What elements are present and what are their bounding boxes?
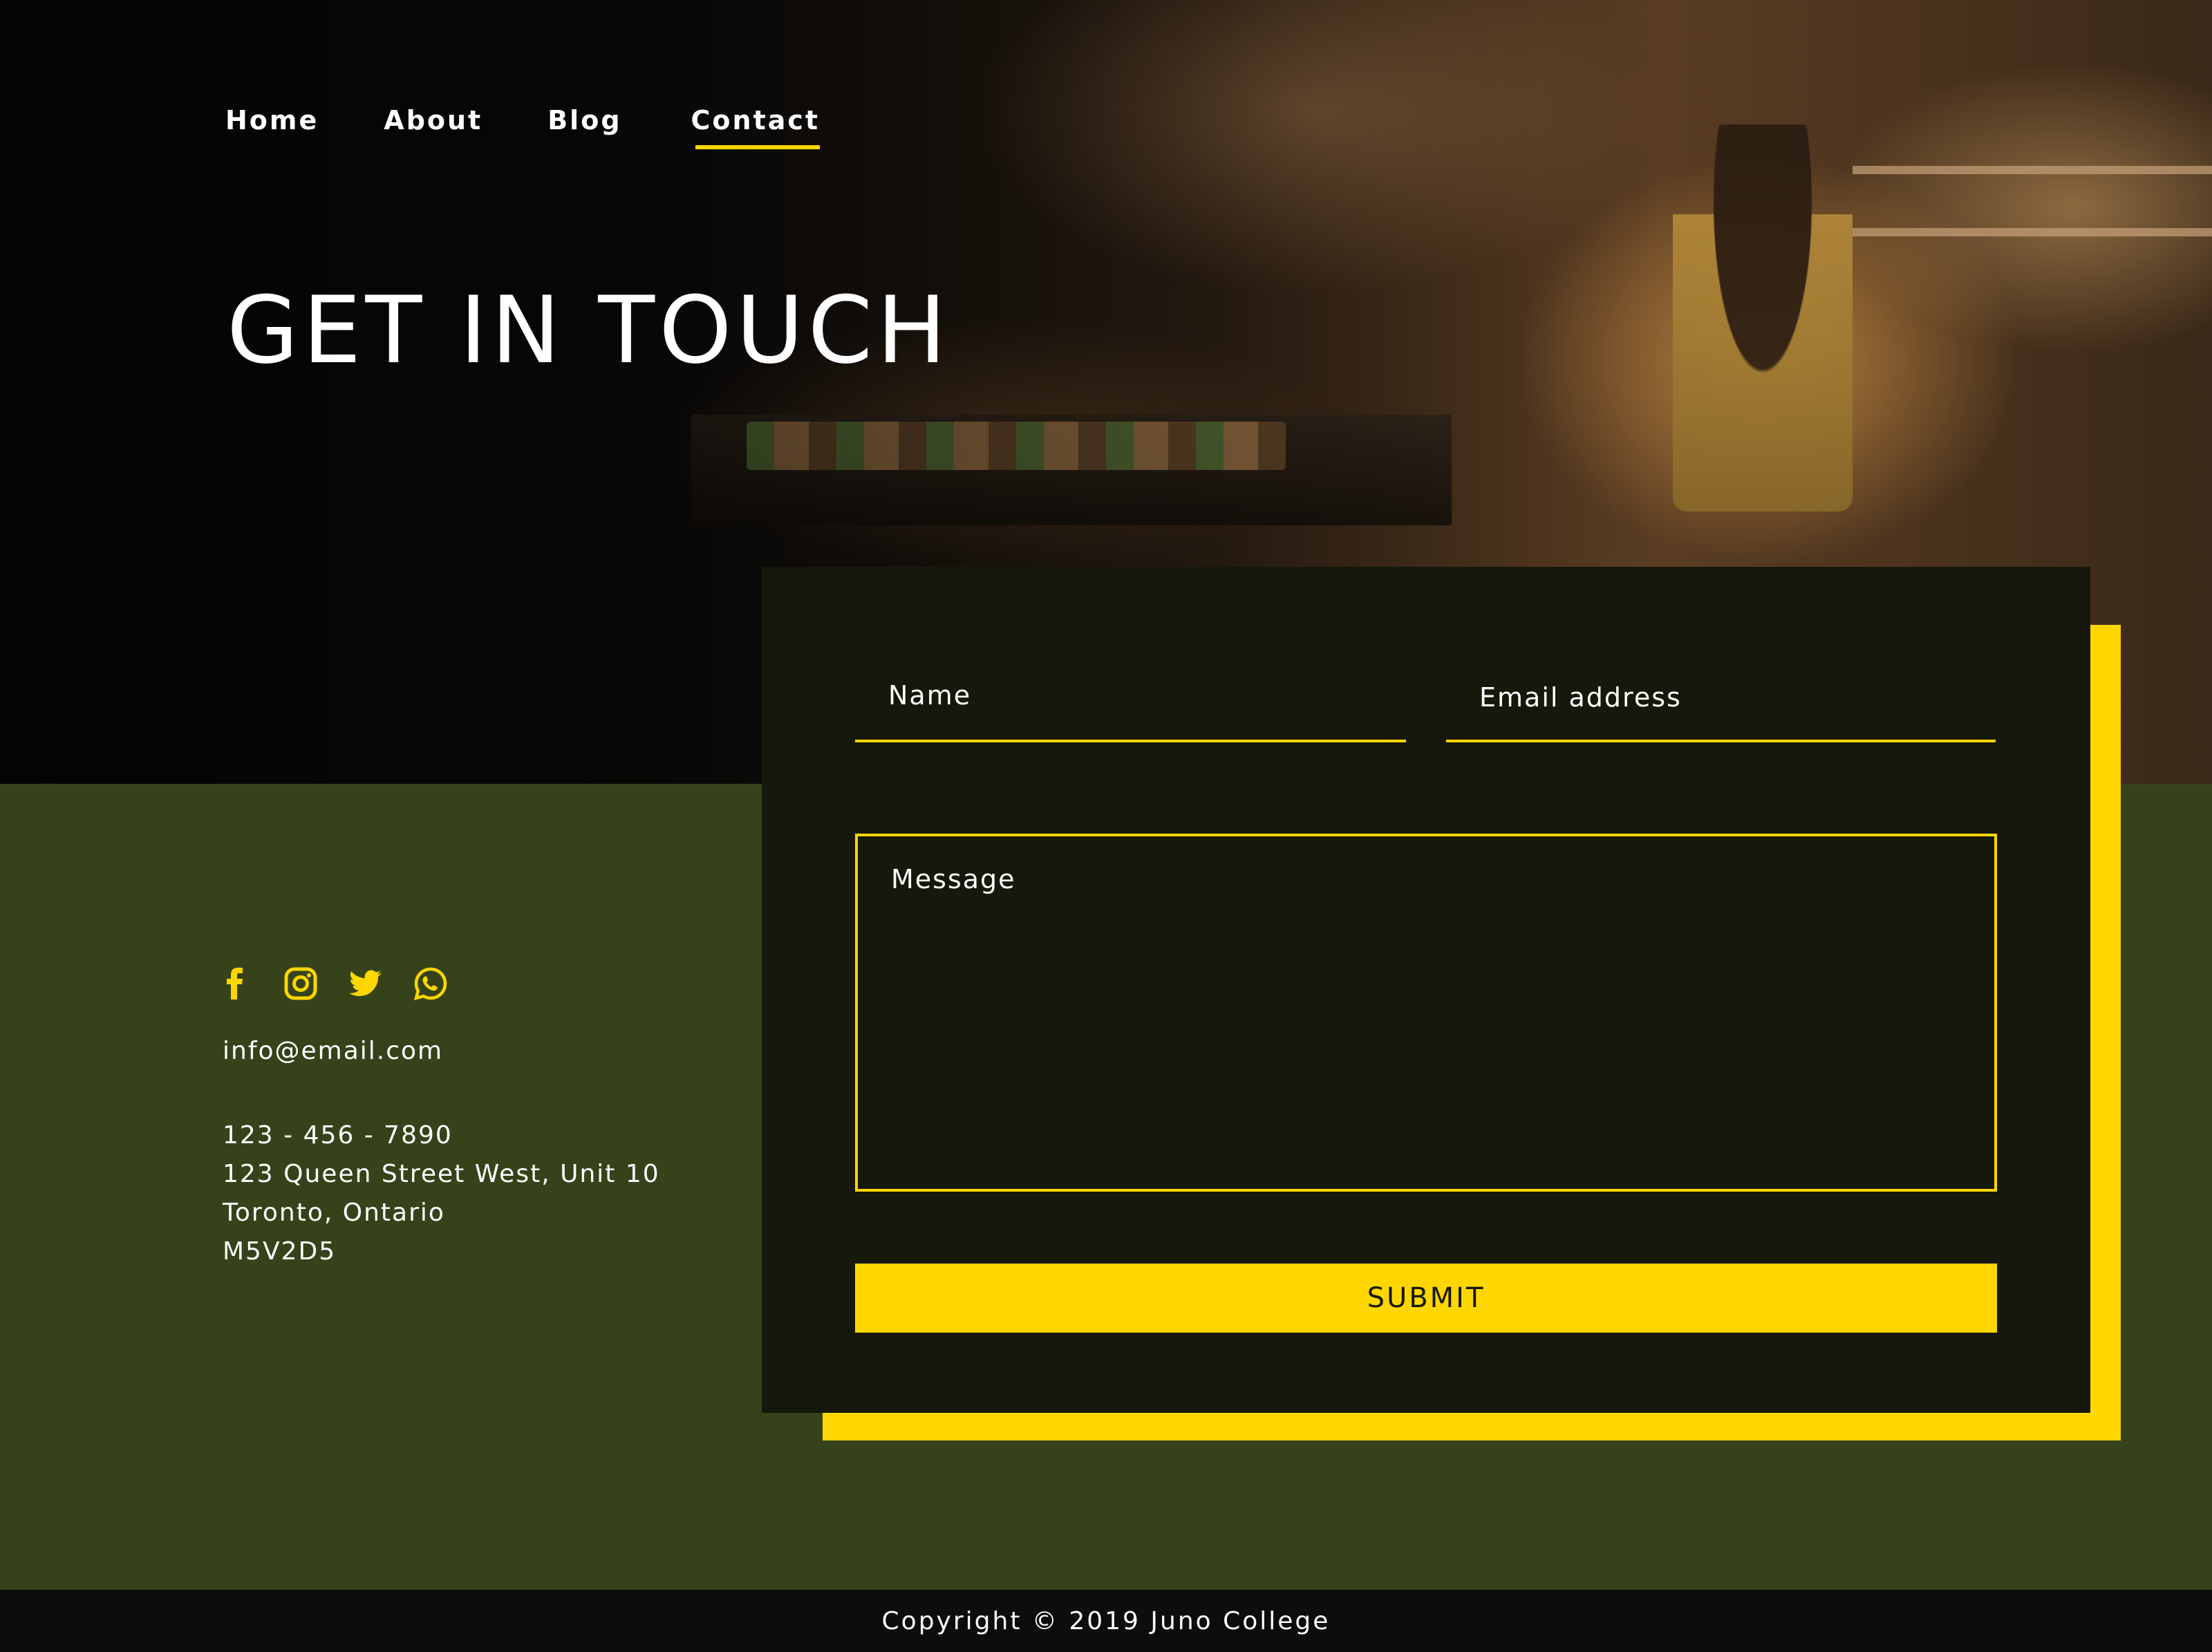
page-title: GET IN TOUCH xyxy=(227,276,951,384)
email-input[interactable] xyxy=(1446,670,1996,742)
nav-blog-link[interactable]: Blog xyxy=(547,105,621,135)
facebook-icon xyxy=(227,968,243,999)
address-street: 123 Queen Street West, Unit 10 xyxy=(223,1160,660,1188)
contact-phone: 123 - 456 - 7890 xyxy=(223,1121,453,1149)
nav-contact-link[interactable]: Contact xyxy=(691,105,821,149)
site-footer: Copyright © 2019 Juno College xyxy=(0,1590,2212,1652)
message-textarea[interactable] xyxy=(855,834,1997,1192)
social-links xyxy=(218,966,448,1001)
submit-button[interactable]: SUBMIT xyxy=(855,1264,1997,1333)
nav-home-link[interactable]: Home xyxy=(225,105,319,135)
name-field-wrapper xyxy=(855,670,1406,742)
address-postal-code: M5V2D5 xyxy=(223,1237,337,1266)
contact-email: info@email.com xyxy=(223,1037,444,1065)
contact-address: 123 - 456 - 7890 123 Queen Street West, … xyxy=(223,1116,660,1271)
copyright-text: Copyright © 2019 Juno College xyxy=(881,1606,1331,1635)
twitter-link[interactable] xyxy=(348,966,383,1001)
main-nav: Home About Blog Contact xyxy=(225,105,821,149)
twitter-icon xyxy=(349,970,382,997)
facebook-link[interactable] xyxy=(218,966,253,1001)
nav-about-link[interactable]: About xyxy=(384,105,482,135)
email-field-wrapper xyxy=(1446,670,1996,742)
whatsapp-icon xyxy=(413,967,447,1001)
message-field-wrapper xyxy=(855,834,1997,1192)
whatsapp-link[interactable] xyxy=(413,966,448,1001)
instagram-link[interactable] xyxy=(283,966,318,1001)
instagram-icon xyxy=(284,967,317,1000)
contact-form: SUBMIT xyxy=(762,567,2090,1413)
name-input[interactable] xyxy=(855,670,1406,742)
address-city: Toronto, Ontario xyxy=(223,1199,445,1227)
